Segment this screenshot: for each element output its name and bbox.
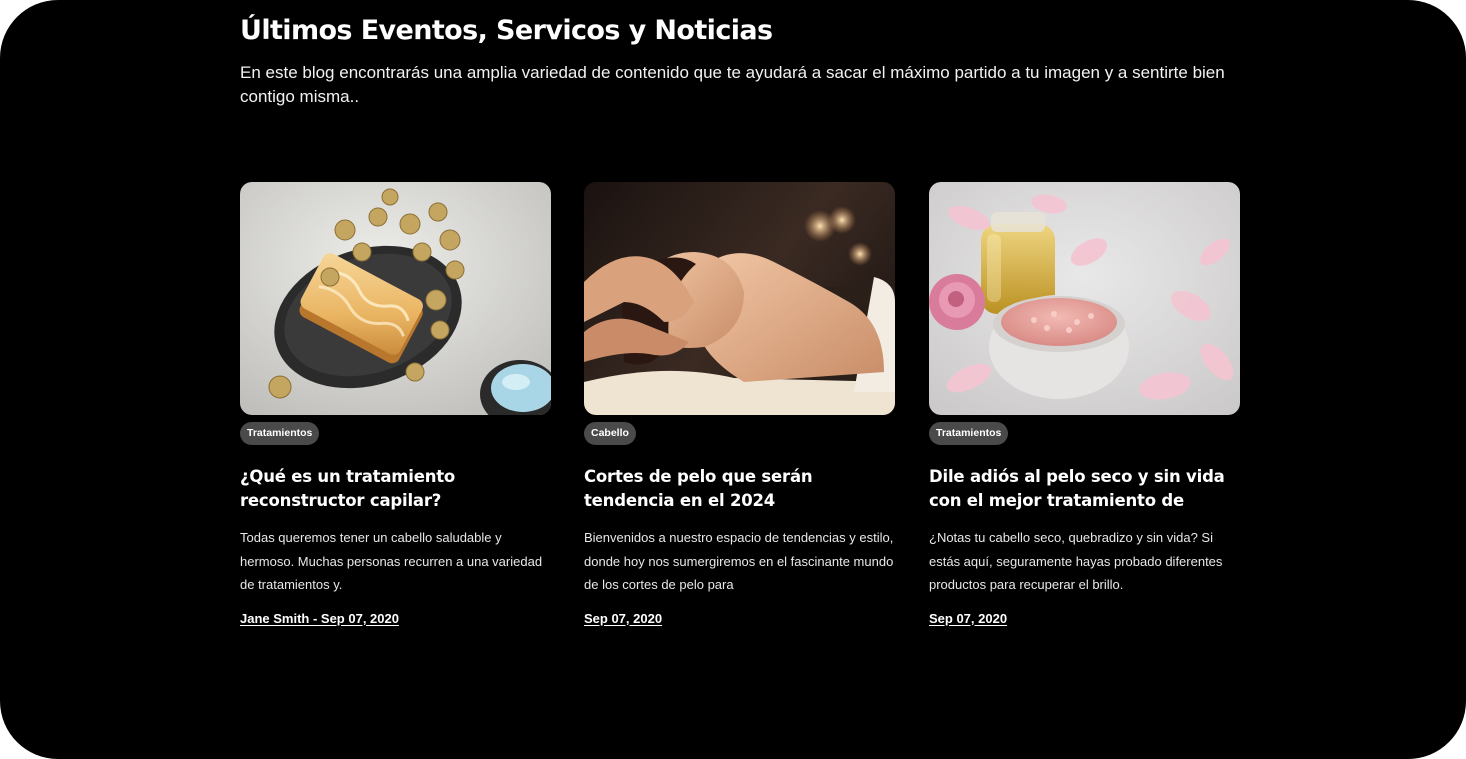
blog-section: Últimos Eventos, Servicos y Noticias En …	[0, 0, 1466, 759]
post-image-head-massage[interactable]	[584, 182, 895, 415]
post-title[interactable]: Dile adiós al pelo seco y sin vida con e…	[929, 465, 1240, 513]
blog-card-1[interactable]: Tratamientos ¿Qué es un tratamiento reco…	[240, 182, 551, 628]
blog-card-2[interactable]: Cabello Cortes de pelo que serán tendenc…	[584, 182, 895, 628]
post-date-link[interactable]: Sep 07, 2020	[929, 611, 1007, 626]
post-author-date-link[interactable]: Jane Smith - Sep 07, 2020	[240, 611, 399, 626]
post-category-badge[interactable]: Tratamientos	[240, 422, 320, 445]
post-title[interactable]: Cortes de pelo que serán tendencia en el…	[584, 465, 895, 513]
section-title: Últimos Eventos, Servicos y Noticias	[240, 15, 773, 46]
post-category-badge[interactable]: Tratamientos	[929, 422, 1009, 445]
post-excerpt: Todas queremos tener un cabello saludabl…	[240, 530, 543, 592]
post-image-soap-roses[interactable]	[240, 182, 551, 415]
post-category-badge[interactable]: Cabello	[584, 422, 636, 445]
post-title[interactable]: ¿Qué es un tratamiento reconstructor cap…	[240, 465, 551, 513]
post-image-oil-pink-salt[interactable]	[929, 182, 1240, 415]
section-description: En este blog encontrarás una amplia vari…	[240, 63, 1225, 106]
post-excerpt: ¿Notas tu cabello seco, quebradizo y sin…	[929, 530, 1223, 592]
blog-card-3[interactable]: Tratamientos Dile adiós al pelo seco y s…	[929, 182, 1240, 628]
post-excerpt: Bienvenidos a nuestro espacio de tendenc…	[584, 530, 894, 592]
post-date-link[interactable]: Sep 07, 2020	[584, 611, 662, 626]
